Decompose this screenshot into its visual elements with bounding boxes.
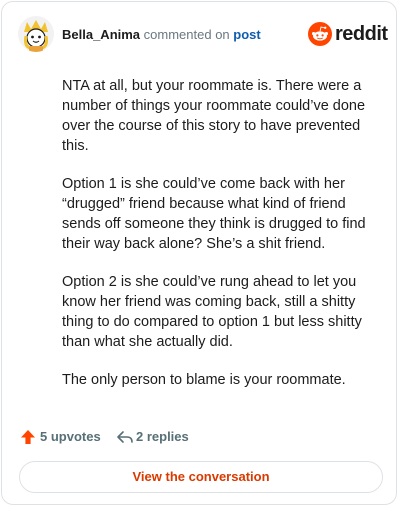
reddit-snoo-icon [308, 22, 332, 46]
comment-paragraph: Option 2 is she could’ve rung ahead to l… [62, 274, 362, 350]
reddit-logo[interactable]: reddit [308, 22, 388, 46]
comment-card: Bella_Anima commented on post reddit NTA… [1, 1, 397, 505]
comment-paragraph: Option 1 is she could’ve come back with … [62, 176, 366, 252]
view-conversation-button[interactable]: View the conversation [19, 461, 383, 493]
brand-name: reddit [335, 23, 388, 45]
comment-paragraph: NTA at all, but your roommate is. There … [62, 78, 366, 154]
upvote-count: 5 upvotes [40, 429, 101, 444]
comment-paragraph: The only person to blame is your roommat… [62, 372, 346, 388]
post-link[interactable]: post [233, 27, 260, 42]
avatar-image [18, 16, 54, 52]
comment-body: NTA at all, but your roommate is. There … [62, 76, 378, 408]
comment-header: Bella_Anima commented on post reddit [18, 16, 388, 52]
comment-meta: Bella_Anima commented on post [62, 27, 261, 43]
action-text: commented on [143, 27, 230, 42]
avatar[interactable] [18, 16, 54, 52]
username-link[interactable]: Bella_Anima [62, 27, 140, 42]
reply-count[interactable]: 2 replies [136, 428, 189, 446]
upvote-arrow-icon[interactable] [20, 429, 36, 445]
reply-arrow-icon[interactable] [116, 429, 134, 445]
